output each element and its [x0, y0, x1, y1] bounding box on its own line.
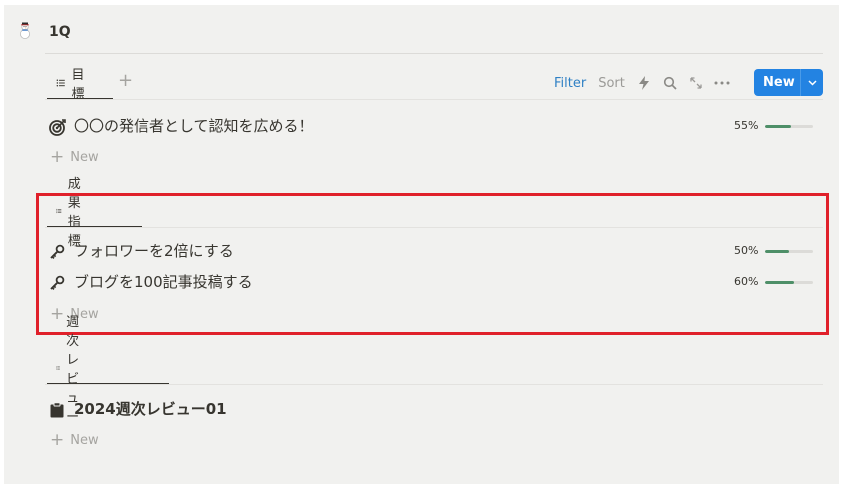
- more-icon[interactable]: [709, 70, 735, 96]
- add-new-row[interactable]: + New: [50, 429, 99, 451]
- highlight-box: [36, 193, 829, 335]
- search-icon[interactable]: [657, 70, 683, 96]
- list-icon: [56, 366, 60, 370]
- new-button-label: New: [763, 75, 795, 90]
- item-title: 2024週次レビュー01: [74, 400, 227, 418]
- progress-percent: 55%: [734, 119, 759, 132]
- progress-bar: [765, 125, 813, 128]
- add-new-label: New: [70, 149, 99, 165]
- tab-divider: [45, 99, 823, 100]
- add-new-label: New: [70, 432, 99, 448]
- plus-icon: +: [50, 146, 65, 167]
- tab-goals[interactable]: 目標: [47, 66, 98, 102]
- new-button[interactable]: New: [754, 69, 823, 96]
- filter-button[interactable]: Filter: [548, 70, 592, 96]
- tab-divider: [45, 384, 823, 385]
- progress-fill: [765, 125, 792, 128]
- database-toolbar: Filter Sort: [548, 69, 735, 97]
- snowman-icon[interactable]: [16, 22, 34, 40]
- tab-weekly-review[interactable]: 週次レビュー: [47, 315, 98, 425]
- target-icon: [48, 118, 66, 136]
- sort-button[interactable]: Sort: [592, 70, 631, 96]
- title-divider: [45, 53, 823, 54]
- list-icon: [56, 79, 65, 87]
- clipboard-icon: [48, 401, 66, 419]
- page-title: 1Q: [49, 24, 71, 40]
- chevron-down-icon[interactable]: [801, 79, 823, 86]
- plus-icon: +: [50, 429, 65, 450]
- lightning-icon[interactable]: [631, 70, 657, 96]
- expand-icon[interactable]: [683, 70, 709, 96]
- add-new-row[interactable]: + New: [50, 146, 99, 168]
- add-view-plus-icon[interactable]: +: [118, 66, 133, 96]
- list-item[interactable]: 2024週次レビュー01: [45, 394, 823, 424]
- list-item[interactable]: 〇〇の発信者として認知を広める！ 55%: [45, 111, 823, 141]
- item-title: 〇〇の発信者として認知を広める！: [74, 117, 314, 135]
- tab-goals-label: 目標: [71, 68, 85, 102]
